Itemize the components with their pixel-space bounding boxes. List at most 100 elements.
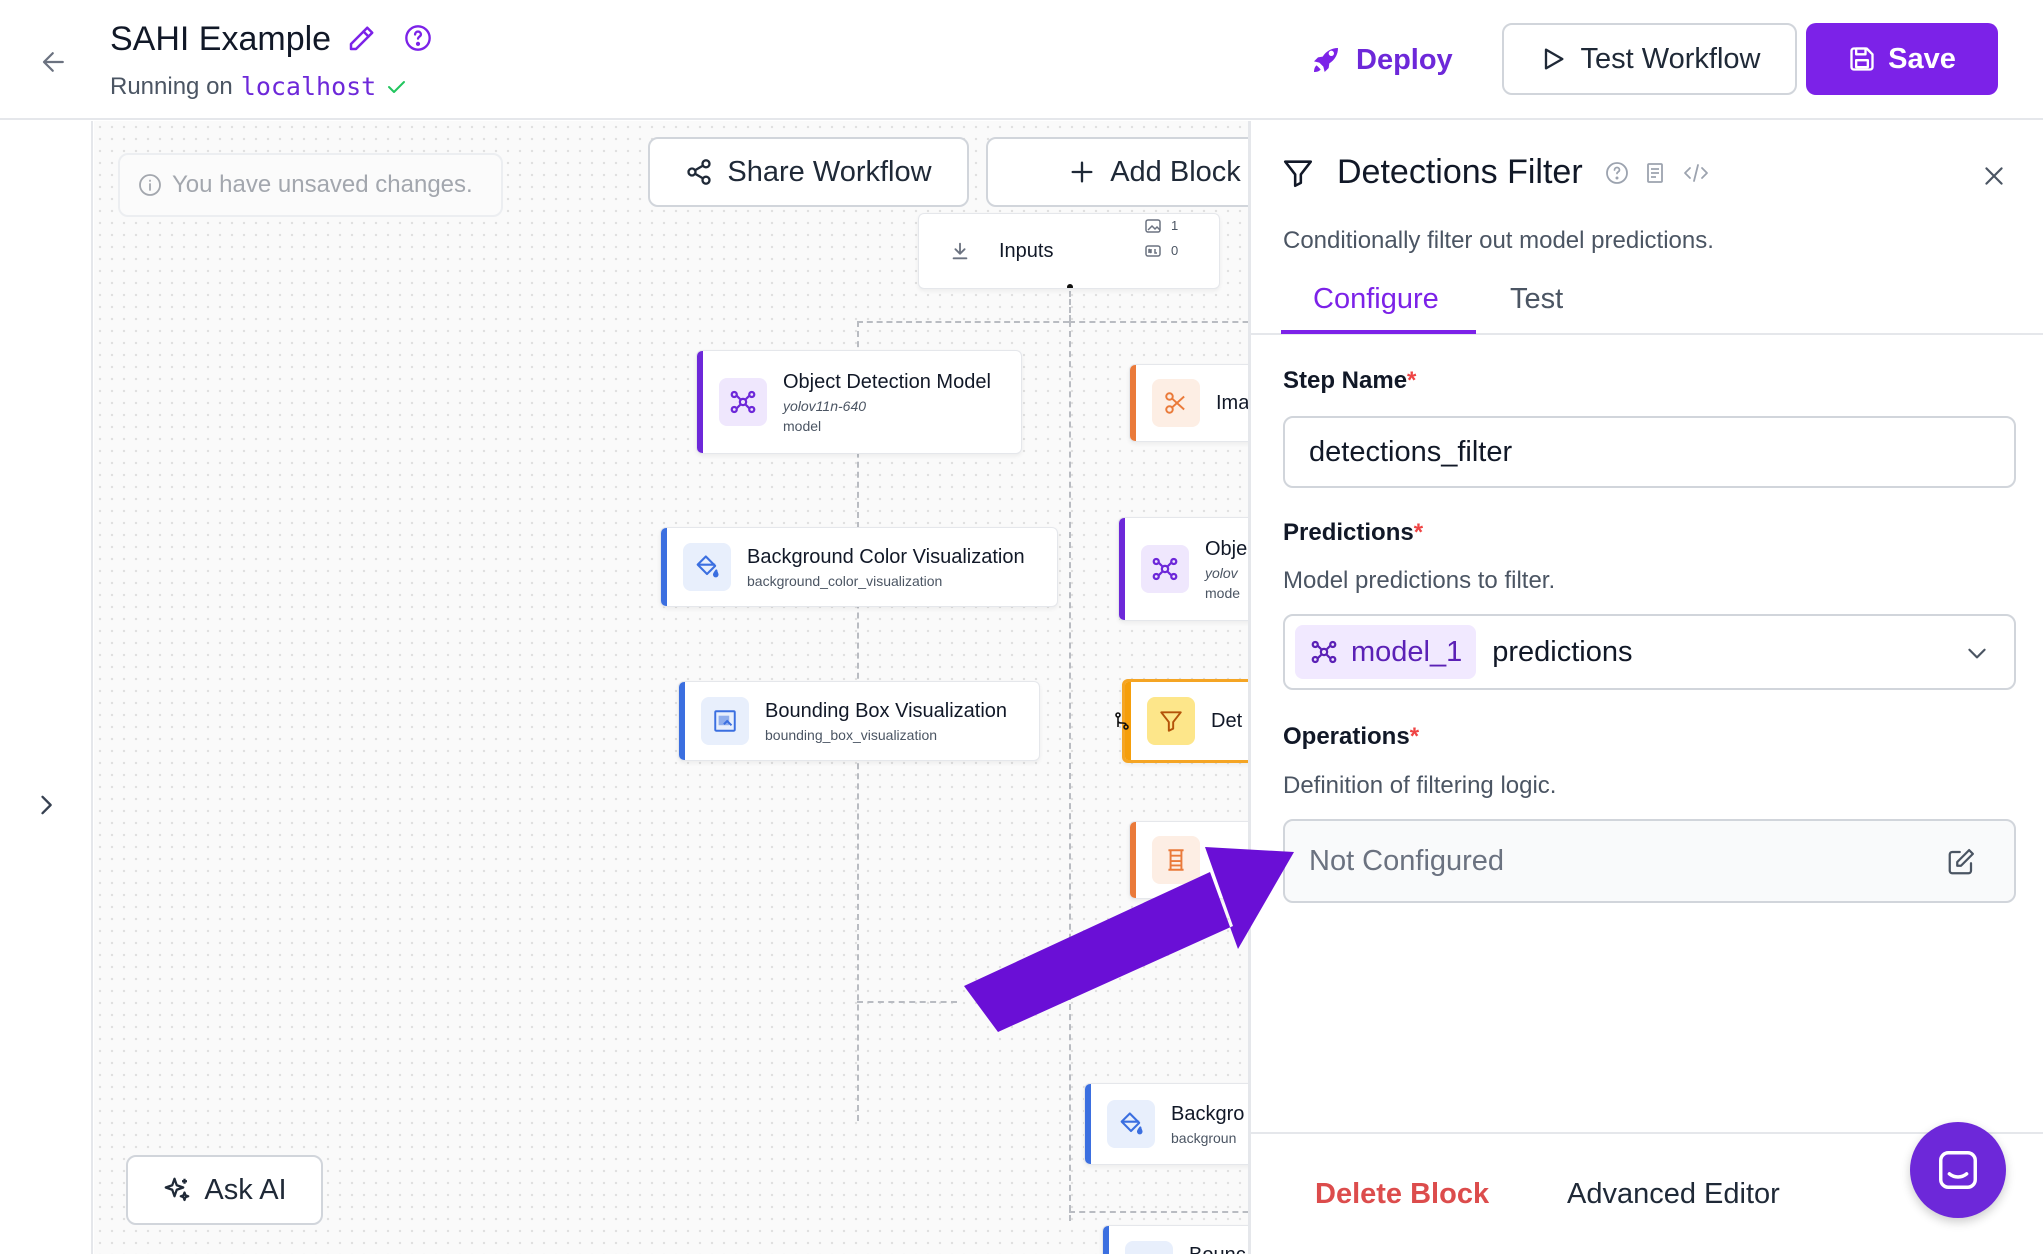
play-icon xyxy=(1544,48,1564,70)
tab-configure[interactable]: Configure xyxy=(1313,283,1439,316)
running-status: Running on localhost xyxy=(110,72,408,101)
predictions-label-text: Predictions xyxy=(1283,519,1414,546)
model-chip-label: model_1 xyxy=(1351,635,1463,668)
node-subtitle: background_color_visualization xyxy=(747,572,943,589)
active-tab-indicator xyxy=(1281,330,1476,334)
panel-tabs: Configure Test xyxy=(1251,273,2043,335)
node-kind: model xyxy=(783,417,822,434)
save-button[interactable]: Save xyxy=(1806,23,1998,95)
operations-label: Operations* xyxy=(1283,723,1419,751)
left-rail xyxy=(0,121,93,1254)
predictions-description: Model predictions to filter. xyxy=(1283,567,1556,594)
share-icon xyxy=(687,159,712,185)
paint-bucket-icon xyxy=(683,543,731,591)
node-title: Background Color Visualization xyxy=(747,545,1025,568)
detections-stitch-node[interactable] xyxy=(1129,821,1248,899)
chat-launcher-button[interactable] xyxy=(1910,1122,2006,1218)
edit-icon[interactable] xyxy=(1946,847,1976,885)
step-name-label-text: Step Name xyxy=(1283,367,1408,394)
object-detection-node-2[interactable]: Obje yolov mode xyxy=(1118,517,1248,621)
pencil-icon[interactable] xyxy=(346,24,376,59)
info-icon xyxy=(139,174,161,196)
output-handle[interactable] xyxy=(1067,284,1073,288)
chevron-down-icon xyxy=(1964,640,1990,674)
operations-field[interactable]: Not Configured xyxy=(1283,819,2016,903)
arrow-left-icon xyxy=(42,52,64,72)
model-icon xyxy=(719,378,767,426)
step-name-input[interactable]: detections_filter xyxy=(1283,416,2016,488)
deploy-button[interactable]: Deploy xyxy=(1310,30,1453,90)
detections-filter-node[interactable]: Det xyxy=(1122,679,1248,763)
branch-icon xyxy=(1114,711,1130,736)
filter-icon xyxy=(1147,697,1195,745)
predictions-select[interactable]: model_1 predictions xyxy=(1283,614,2016,690)
background-color-visualization-node[interactable]: Background Color Visualization backgroun… xyxy=(660,527,1058,607)
required-marker: * xyxy=(1409,723,1420,750)
node-subtitle: backgroun xyxy=(1171,1129,1237,1146)
object-detection-node[interactable]: Object Detection Model yolov11n-640 mode… xyxy=(696,350,1022,454)
help-icon[interactable] xyxy=(404,24,432,57)
add-block-label: Add Block xyxy=(1110,155,1241,188)
advanced-editor-button[interactable]: Advanced Editor xyxy=(1567,1178,1780,1211)
delete-block-button[interactable]: Delete Block xyxy=(1315,1178,1489,1211)
code-icon[interactable] xyxy=(1681,161,1711,185)
image-slicer-node[interactable]: Ima xyxy=(1129,364,1248,442)
model-icon xyxy=(1141,545,1189,593)
docs-icon[interactable] xyxy=(1643,161,1667,185)
chevron-right-icon[interactable] xyxy=(32,791,60,824)
ask-ai-button[interactable]: Ask AI xyxy=(126,1155,323,1225)
wire xyxy=(1069,291,1071,321)
workflow-title: SAHI Example xyxy=(110,20,332,58)
param-icon xyxy=(1145,244,1161,257)
node-title: Backgro xyxy=(1171,1102,1245,1125)
help-icon[interactable] xyxy=(1605,161,1629,185)
bounding-box-visualization-node[interactable]: Bounding Box Visualization bounding_box_… xyxy=(678,681,1040,761)
block-config-panel: Detections Filter Conditionally filter o… xyxy=(1248,121,2043,1254)
operations-label-text: Operations xyxy=(1283,723,1410,750)
stitch-icon xyxy=(1152,836,1200,884)
image-icon xyxy=(1145,218,1161,233)
tab-test[interactable]: Test xyxy=(1510,283,1563,316)
check-icon xyxy=(388,80,406,93)
inputs-label: Inputs xyxy=(999,239,1054,262)
node-subtitle: yolov11n-640 xyxy=(783,397,867,414)
share-workflow-button[interactable]: Share Workflow xyxy=(648,137,969,207)
close-icon[interactable] xyxy=(1981,163,2007,194)
background-color-visualization-node-2[interactable]: Backgro backgroun xyxy=(1084,1083,1248,1165)
model-chip: model_1 xyxy=(1295,625,1477,679)
inputs-node[interactable]: Inputs 1 0 xyxy=(918,213,1220,289)
step-name-value: detections_filter xyxy=(1309,435,1513,468)
unsaved-changes-notice: You have unsaved changes. xyxy=(118,153,503,217)
save-label: Save xyxy=(1888,42,1956,75)
add-block-button[interactable]: Add Block xyxy=(986,137,1248,207)
node-title: Bounding Box Visualization xyxy=(765,699,1008,722)
node-title: Bounc xyxy=(1189,1244,1246,1254)
share-workflow-label: Share Workflow xyxy=(727,155,932,188)
paint-bucket-icon xyxy=(1107,1100,1155,1148)
running-label: Running on xyxy=(110,72,233,100)
top-bar: SAHI Example Running on localhost Deploy… xyxy=(0,0,2043,120)
bounding-box-icon xyxy=(701,697,749,745)
wire xyxy=(1069,321,1071,1221)
filter-icon xyxy=(1283,159,1313,187)
plus-icon xyxy=(1071,161,1093,183)
panel-description: Conditionally filter out model predictio… xyxy=(1283,227,1714,254)
chat-icon xyxy=(1939,1151,1977,1189)
predictions-value: predictions xyxy=(1492,635,1633,668)
bounding-box-icon xyxy=(1125,1241,1173,1254)
sparkles-icon xyxy=(165,1177,190,1202)
back-button[interactable] xyxy=(34,42,74,82)
bounding-box-visualization-node-2[interactable]: Bounc boundin xyxy=(1102,1225,1248,1254)
wire xyxy=(1069,321,1248,323)
required-marker: * xyxy=(1407,367,1417,394)
wire xyxy=(1069,1211,1248,1213)
workflow-canvas[interactable]: You have unsaved changes. Inputs 1 0 Sha… xyxy=(94,121,1248,1254)
node-title: Obje xyxy=(1205,537,1248,560)
image-count: 1 xyxy=(1171,218,1179,233)
deploy-label: Deploy xyxy=(1356,43,1453,76)
node-title: Det xyxy=(1211,709,1243,732)
test-workflow-button[interactable]: Test Workflow xyxy=(1502,23,1797,95)
download-icon xyxy=(952,242,968,260)
required-marker: * xyxy=(1413,519,1424,546)
panel-title: Detections Filter xyxy=(1337,153,1583,191)
